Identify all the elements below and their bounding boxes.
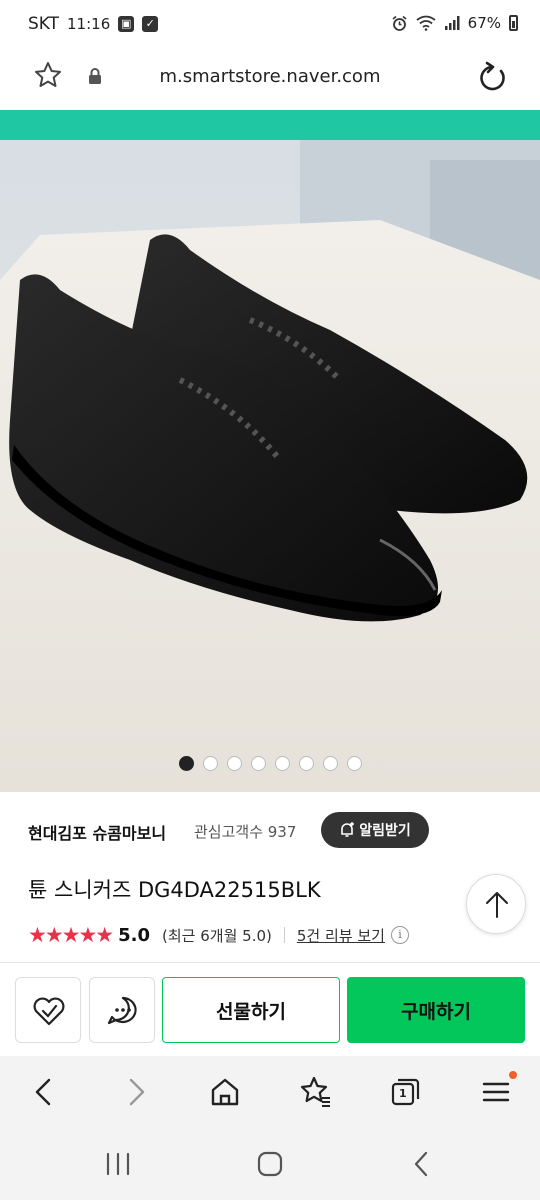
browser-toolbar: 1	[0, 1056, 540, 1130]
status-right: 67%	[391, 14, 518, 32]
carousel-dot[interactable]	[250, 756, 266, 771]
gift-button[interactable]: 선물하기	[162, 977, 340, 1043]
carousel-dot[interactable]	[298, 756, 314, 771]
info-icon[interactable]: i	[390, 926, 409, 944]
divider	[283, 927, 285, 943]
signal-icon	[444, 16, 460, 30]
alarm-subscribe-button[interactable]: 알림받기	[321, 812, 429, 848]
product-image[interactable]	[0, 140, 540, 792]
status-bar: SKT 11:16 ▣ ✓ 67%	[0, 0, 540, 50]
carrier-label: SKT	[28, 14, 60, 34]
home-icon[interactable]	[205, 1072, 245, 1112]
status-left: SKT 11:16 ▣ ✓	[28, 14, 159, 34]
heart-check-icon	[33, 997, 65, 1026]
forward-arrow-icon[interactable]	[116, 1072, 156, 1112]
alarm-label: 알림받기	[359, 823, 411, 839]
product-name: 튠 스니커즈 DG4DA22515BLK	[28, 878, 321, 902]
notification-badge	[509, 1071, 517, 1079]
alarm-icon	[392, 15, 407, 31]
store-info-row: 현대김포 슈콤마보니 관심고객수 937 알림받기	[0, 792, 540, 870]
menu-button[interactable]	[476, 1071, 517, 1112]
review-link[interactable]: 5건 리뷰 보기	[297, 925, 385, 946]
arrow-up-icon	[486, 892, 508, 918]
purchase-action-bar: 선물하기 구매하기	[0, 962, 540, 1056]
home-button-icon[interactable]	[252, 1148, 288, 1180]
buy-button[interactable]: 구매하기	[347, 977, 525, 1043]
follower-count: 관심고객수 937	[194, 823, 297, 841]
android-nav-bar	[0, 1130, 540, 1200]
carousel-dot[interactable]	[226, 756, 242, 771]
wishlist-button[interactable]	[15, 977, 81, 1043]
carousel-dot[interactable]	[346, 756, 362, 771]
clock-label: 11:16	[67, 15, 111, 33]
scroll-to-top-button[interactable]	[466, 874, 526, 934]
rating-stars: ★★★★★	[28, 923, 114, 947]
chat-button[interactable]	[89, 977, 155, 1043]
carousel-dot[interactable]	[202, 756, 218, 771]
rating-score: 5.0	[118, 924, 151, 946]
recent-apps-icon[interactable]	[100, 1148, 136, 1180]
sneaker-photo	[0, 140, 540, 792]
battery-icon	[509, 15, 518, 31]
bookmarks-star-icon[interactable]	[296, 1072, 336, 1112]
url-bar: m.smartstore.naver.com	[0, 50, 540, 110]
store-header-strip	[0, 110, 540, 140]
check-notification-icon: ✓	[142, 16, 159, 32]
wifi-icon	[416, 15, 436, 31]
carousel-dot[interactable]	[274, 756, 290, 771]
carousel-dot[interactable]	[322, 756, 338, 771]
battery-percent: 67%	[467, 14, 501, 32]
tab-count: 1	[399, 1087, 407, 1100]
carousel-dots	[0, 756, 540, 771]
reload-icon[interactable]	[474, 60, 510, 96]
bell-plus-icon	[341, 822, 355, 837]
url-text[interactable]: m.smartstore.naver.com	[0, 66, 540, 87]
back-button-icon[interactable]	[404, 1148, 440, 1180]
gallery-notification-icon: ▣	[118, 16, 135, 32]
tabs-button[interactable]: 1	[385, 1072, 425, 1112]
recent-rating: (최근 6개월 5.0)	[162, 926, 272, 945]
store-name[interactable]: 현대김포 슈콤마보니	[28, 820, 166, 844]
carousel-dot[interactable]	[178, 756, 194, 771]
rating-row: ★★★★★ 5.0 (최근 6개월 5.0) 5건 리뷰 보기 i	[28, 922, 409, 948]
back-arrow-icon[interactable]	[24, 1072, 64, 1112]
chat-bubble-icon	[107, 996, 137, 1025]
